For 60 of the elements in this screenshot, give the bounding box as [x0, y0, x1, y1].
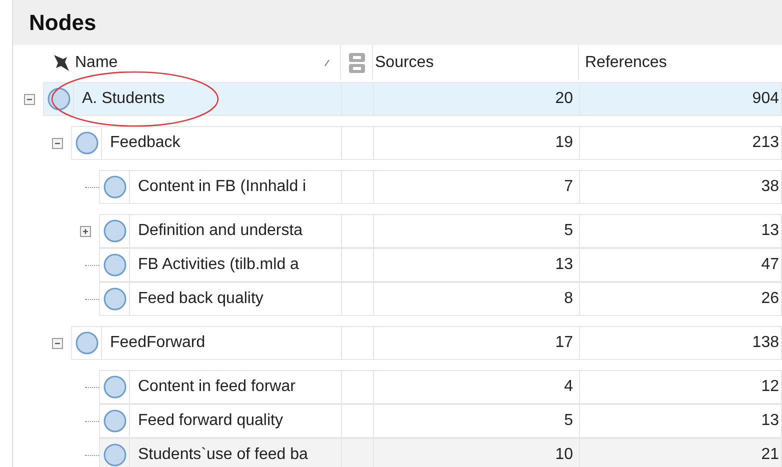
node-row[interactable]: Feedback 19 213 [71, 126, 782, 160]
node-icon [102, 253, 126, 277]
node-icon [74, 331, 98, 355]
sources-count: 7 [564, 177, 573, 197]
node-row[interactable]: Content in feed forwar 4 12 [99, 370, 782, 404]
references-count: 213 [752, 133, 779, 153]
node-name: Feed back quality [138, 289, 264, 309]
node-row[interactable]: Definition and understa 5 13 [99, 214, 782, 248]
node-icon [74, 131, 98, 155]
node-row[interactable]: Content in FB (Innhald i 7 38 [99, 170, 782, 204]
node-icon [102, 219, 126, 243]
node-row[interactable]: Students`use of feed ba 10 21 [99, 438, 782, 467]
pin-icon[interactable] [51, 52, 71, 72]
node-name: A. Students [82, 89, 165, 109]
node-icon [102, 175, 126, 199]
sources-count: 10 [555, 445, 573, 465]
node-name: Definition and understa [138, 221, 303, 241]
references-count: 26 [761, 289, 779, 309]
node-row[interactable]: Feed forward quality 5 13 [99, 404, 782, 438]
column-header[interactable]: References [585, 54, 667, 70]
node-name: Feed forward quality [138, 411, 283, 431]
references-count: 47 [761, 255, 779, 275]
sources-count: 5 [564, 221, 573, 241]
node-row[interactable]: FeedForward 17 138 [71, 326, 782, 360]
references-count: 13 [761, 221, 779, 241]
collapse-toggle[interactable] [24, 94, 34, 104]
collapse-toggle[interactable] [52, 338, 62, 348]
node-icon [102, 443, 126, 467]
node-row[interactable]: FB Activities (tilb.mld a 13 47 [99, 248, 782, 282]
node-name: FeedForward [110, 333, 206, 353]
references-count: 13 [761, 411, 779, 431]
column-header[interactable]: Name [75, 50, 118, 74]
references-count: 38 [761, 177, 779, 197]
sources-count: 8 [564, 289, 573, 309]
column-header[interactable]: Sources [375, 50, 434, 74]
node-name: FB Activities (tilb.mld a [138, 255, 299, 275]
node-icon [46, 87, 70, 111]
references-count: 904 [752, 89, 779, 109]
node-icon [102, 287, 126, 311]
node-name: Content in feed forwar [138, 377, 296, 397]
node-name: Feedback [110, 133, 180, 153]
node-name: Content in FB (Innhald i [138, 177, 306, 197]
sources-count: 20 [555, 89, 573, 109]
references-count: 21 [761, 445, 779, 465]
node-row[interactable]: Feed back quality 8 26 [99, 282, 782, 316]
references-count: 138 [752, 333, 779, 353]
node-icon [102, 375, 126, 399]
sources-count: 13 [555, 255, 573, 275]
expand-toggle[interactable] [80, 226, 90, 236]
plus-icon [82, 228, 88, 234]
sources-count: 17 [555, 333, 573, 353]
sources-count: 5 [564, 411, 573, 431]
node-name: Students`use of feed ba [138, 445, 308, 465]
node-icon [102, 409, 126, 433]
collapse-toggle[interactable] [52, 138, 62, 148]
sources-count: 4 [564, 377, 573, 397]
sources-count: 19 [555, 133, 573, 153]
node-row[interactable]: A. Students 20 904 [43, 82, 782, 116]
references-count: 12 [761, 377, 779, 397]
panel-title: Nodes [29, 9, 96, 37]
